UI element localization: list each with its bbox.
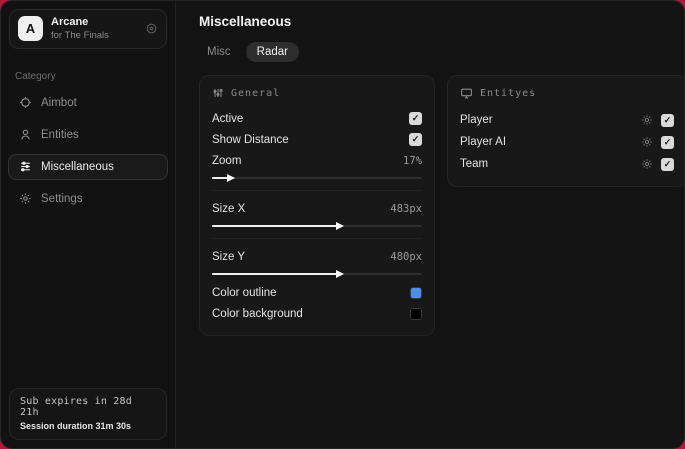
slider-row-size-x: Size X 483px xyxy=(212,198,422,219)
color-outline-swatch[interactable] xyxy=(410,286,422,299)
main-content: Miscellaneous Misc Radar General Active … xyxy=(176,1,684,448)
size-y-slider[interactable] xyxy=(212,269,422,279)
brand-subtitle: for The Finals xyxy=(51,29,109,41)
general-panel-header: General xyxy=(212,87,422,99)
subscription-card: Sub expires in 28d 21h Session duration … xyxy=(9,388,167,440)
divider xyxy=(212,238,422,239)
sidebar-item-label: Miscellaneous xyxy=(41,160,114,173)
page-title: Miscellaneous xyxy=(199,14,292,29)
size-x-slider[interactable] xyxy=(212,221,422,231)
slider-row-size-y: Size Y 480px xyxy=(212,246,422,267)
entity-label: Player AI xyxy=(460,136,507,148)
sliders-icon xyxy=(18,160,32,174)
category-label: Category xyxy=(15,70,56,82)
show-distance-checkbox[interactable]: ✓ xyxy=(409,133,422,146)
sidebar-item-settings[interactable]: Settings xyxy=(8,186,168,212)
entity-row-player-ai: Player AI ✓ xyxy=(460,131,674,153)
toggle-label: Show Distance xyxy=(212,133,289,146)
entity-label: Player xyxy=(460,114,493,126)
check-icon: ✓ xyxy=(663,114,672,125)
toggle-label: Active xyxy=(212,112,244,125)
toggle-row-active: Active ✓ xyxy=(212,108,422,129)
entities-panel: Entityes Player ✓ Player AI ✓ Team ✓ xyxy=(447,75,684,187)
tab-radar[interactable]: Radar xyxy=(245,42,299,62)
gear-icon[interactable] xyxy=(641,136,653,148)
brand-name: Arcane xyxy=(51,16,89,28)
sidebar-item-label: Entities xyxy=(41,128,79,141)
slider-label: Zoom xyxy=(212,154,242,167)
active-checkbox[interactable]: ✓ xyxy=(409,112,422,125)
check-icon: ✓ xyxy=(411,134,420,144)
check-icon: ✓ xyxy=(663,136,672,147)
sidebar-nav: Aimbot Entities Miscellaneous Settings xyxy=(1,90,175,212)
sliders-icon xyxy=(212,87,224,99)
entities-icon xyxy=(18,128,32,142)
tab-misc[interactable]: Misc xyxy=(196,42,242,62)
slider-value: 483px xyxy=(390,202,422,215)
sidebar-item-miscellaneous[interactable]: Miscellaneous xyxy=(8,153,168,180)
slider-thumb[interactable] xyxy=(226,174,235,182)
brand-text: Arcane for The Finals xyxy=(51,16,137,42)
entities-panel-header: Entityes xyxy=(460,87,674,100)
gear-icon[interactable] xyxy=(641,114,653,126)
color-row-outline: Color outline xyxy=(212,282,422,303)
entities-panel-title: Entityes xyxy=(480,88,537,99)
monitor-icon xyxy=(460,87,473,100)
slider-thumb[interactable] xyxy=(336,222,344,230)
player-ai-checkbox[interactable]: ✓ xyxy=(661,135,674,149)
team-checkbox[interactable]: ✓ xyxy=(661,157,674,171)
entity-label: Team xyxy=(460,158,489,170)
sidebar-item-label: Aimbot xyxy=(41,96,77,109)
slider-label: Size X xyxy=(212,202,246,215)
general-panel: General Active ✓ Show Distance ✓ Zoom 17… xyxy=(199,75,435,336)
crosshair-icon xyxy=(18,96,32,110)
entity-row-team: Team ✓ xyxy=(460,153,674,175)
slider-value: 17% xyxy=(403,154,422,167)
toggle-row-show-distance: Show Distance ✓ xyxy=(212,129,422,150)
general-panel-title: General xyxy=(231,87,281,99)
slider-value: 480px xyxy=(390,250,422,263)
target-icon[interactable] xyxy=(145,22,158,35)
session-duration-text: Session duration 31m 30s xyxy=(20,421,132,431)
slider-thumb[interactable] xyxy=(336,270,344,278)
tab-bar: Misc Radar xyxy=(196,42,684,62)
color-row-background: Color background xyxy=(212,303,422,324)
app-window: A Arcane for The Finals Category Aimbot xyxy=(0,0,685,449)
entity-controls: ✓ xyxy=(641,157,674,171)
sidebar-item-label: Settings xyxy=(41,192,83,205)
color-label: Color background xyxy=(212,307,303,320)
brand-logo: A xyxy=(18,16,43,42)
check-icon: ✓ xyxy=(411,113,420,123)
slider-row-zoom: Zoom 17% xyxy=(212,150,422,171)
gear-icon[interactable] xyxy=(641,158,653,170)
entity-controls: ✓ xyxy=(641,113,674,127)
sidebar: A Arcane for The Finals Category Aimbot xyxy=(1,1,176,448)
panels-row: General Active ✓ Show Distance ✓ Zoom 17… xyxy=(199,75,684,336)
entity-row-player: Player ✓ xyxy=(460,109,674,131)
entity-controls: ✓ xyxy=(641,135,674,149)
gear-icon xyxy=(18,192,32,206)
sub-expires-text: Sub expires in 28d 21h xyxy=(20,396,132,418)
zoom-slider[interactable] xyxy=(212,173,422,183)
sidebar-item-entities[interactable]: Entities xyxy=(8,122,168,148)
brand-card: A Arcane for The Finals xyxy=(9,9,167,49)
slider-track xyxy=(212,177,422,179)
player-checkbox[interactable]: ✓ xyxy=(661,113,674,127)
slider-fill xyxy=(212,273,338,275)
slider-fill xyxy=(212,225,338,227)
color-background-swatch[interactable] xyxy=(410,307,422,320)
slider-label: Size Y xyxy=(212,250,246,263)
color-label: Color outline xyxy=(212,286,277,299)
sidebar-item-aimbot[interactable]: Aimbot xyxy=(8,90,168,116)
check-icon: ✓ xyxy=(663,158,672,169)
divider xyxy=(212,190,422,191)
